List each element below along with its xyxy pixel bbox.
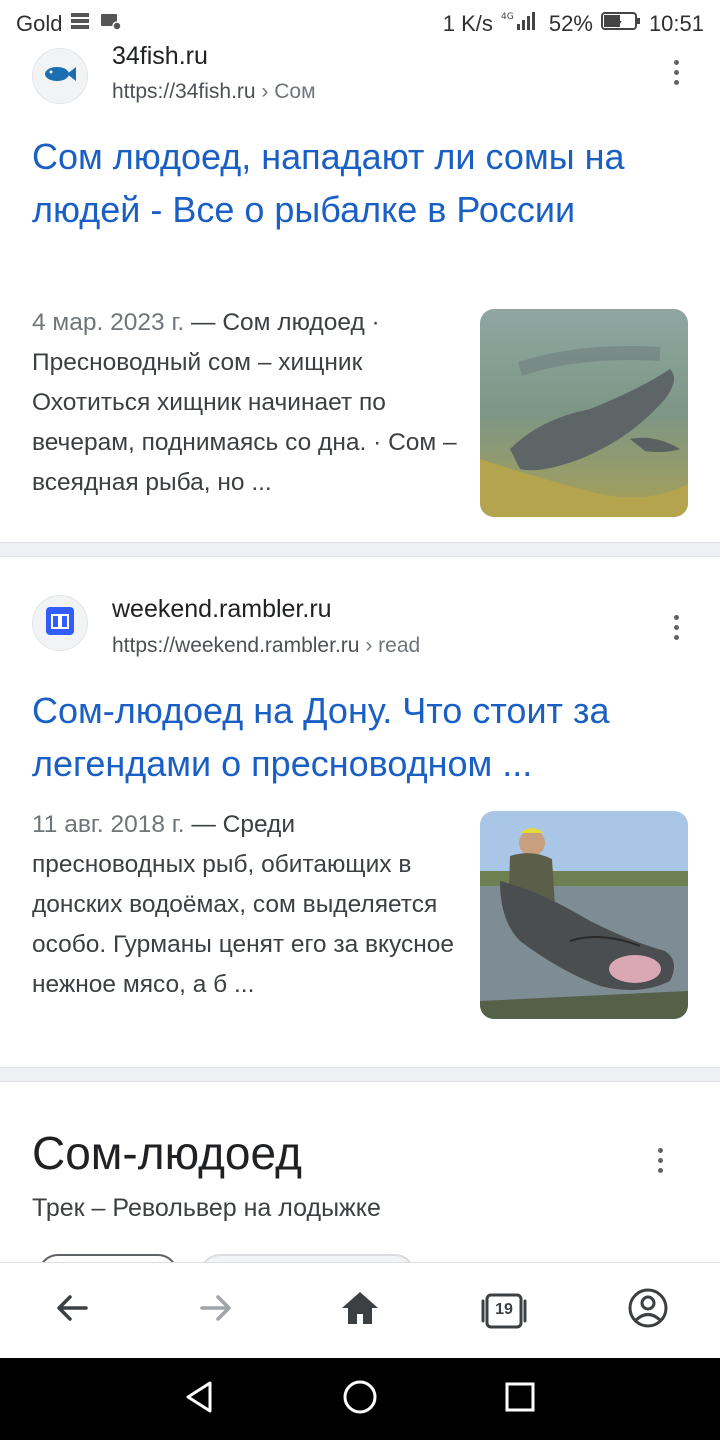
- browser-bottom-bar: 19: [0, 1262, 720, 1358]
- more-options-button[interactable]: [661, 607, 691, 647]
- tabs-icon: 19: [481, 1292, 527, 1330]
- snippet-text: — Среди пресноводных рыб, обитающих в до…: [32, 811, 455, 998]
- system-back-button[interactable]: [170, 1369, 230, 1429]
- system-home-button[interactable]: [330, 1369, 390, 1429]
- settings-notification-icon: [100, 11, 123, 37]
- section-divider: [0, 1067, 720, 1082]
- url-text: https://weekend.rambler.ru: [112, 634, 360, 657]
- home-button[interactable]: [324, 1275, 396, 1347]
- result-thumbnail[interactable]: [480, 309, 688, 517]
- search-result-2: weekend.rambler.ru https://weekend.rambl…: [0, 557, 720, 1067]
- back-button[interactable]: [36, 1275, 108, 1347]
- battery-icon: [600, 10, 641, 38]
- site-favicon[interactable]: [32, 48, 88, 104]
- home-icon: [340, 1290, 380, 1331]
- site-name[interactable]: 34fish.ru: [112, 42, 208, 71]
- triangle-back-icon: [182, 1379, 218, 1420]
- circle-home-icon: [341, 1378, 379, 1421]
- square-recents-icon: [503, 1380, 537, 1419]
- forward-button[interactable]: [180, 1275, 252, 1347]
- account-button[interactable]: [612, 1275, 684, 1347]
- network-speed: 1 K/s: [442, 11, 493, 36]
- clock: 10:51: [648, 11, 704, 36]
- search-result-1: 34fish.ru https://34fish.ru › Сом Сом лю…: [0, 40, 720, 542]
- more-options-button[interactable]: [661, 52, 691, 92]
- site-url[interactable]: https://34fish.ru › Сом: [112, 80, 316, 104]
- url-breadcrumb: › read: [365, 634, 421, 657]
- system-recents-button[interactable]: [490, 1369, 550, 1429]
- knowledge-panel: Сом-людоед Трек – Револьвер на лодыжке: [0, 1082, 720, 1294]
- site-favicon[interactable]: [32, 595, 88, 651]
- signal-icon: 4G: [501, 10, 541, 38]
- result-date: 4 мар. 2023 г.: [32, 309, 185, 336]
- result-snippet: 11 авг. 2018 г. — Среди пресноводных рыб…: [32, 805, 462, 1005]
- svg-text:4G: 4G: [501, 12, 514, 22]
- url-text: https://34fish.ru: [112, 80, 256, 103]
- result-date: 11 авг. 2018 г.: [32, 811, 185, 838]
- system-navigation-bar: [0, 1358, 720, 1440]
- result-title-link[interactable]: Сом людоед, нападают ли сомы на людей - …: [32, 130, 692, 236]
- arrow-left-icon: [54, 1290, 90, 1331]
- account-icon: [627, 1287, 669, 1334]
- fish-icon: [43, 64, 77, 89]
- book-icon: [46, 606, 74, 640]
- notification-icon: [70, 11, 92, 37]
- tab-count: 19: [495, 1300, 513, 1318]
- carrier-label: Gold: [16, 11, 63, 36]
- snippet-text: — Сом людоед · Пресноводный сом – хищник…: [32, 309, 457, 496]
- knowledge-panel-subtitle: Трек – Револьвер на лодыжке: [32, 1194, 381, 1222]
- battery-percent: 52%: [548, 11, 593, 36]
- result-snippet: 4 мар. 2023 г. — Сом людоед · Пресноводн…: [32, 303, 462, 503]
- arrow-right-icon: [198, 1290, 234, 1331]
- tabs-button[interactable]: 19: [468, 1275, 540, 1347]
- result-divider: [0, 542, 720, 557]
- url-breadcrumb: › Сом: [261, 80, 316, 103]
- more-options-button[interactable]: [645, 1140, 675, 1180]
- site-name[interactable]: weekend.rambler.ru: [112, 595, 332, 624]
- result-title-link[interactable]: Сом-людоед на Дону. Что стоит за легенда…: [32, 684, 692, 790]
- result-thumbnail[interactable]: [480, 811, 688, 1019]
- knowledge-panel-title: Сом-людоед: [32, 1127, 302, 1179]
- site-url[interactable]: https://weekend.rambler.ru › read: [112, 634, 420, 658]
